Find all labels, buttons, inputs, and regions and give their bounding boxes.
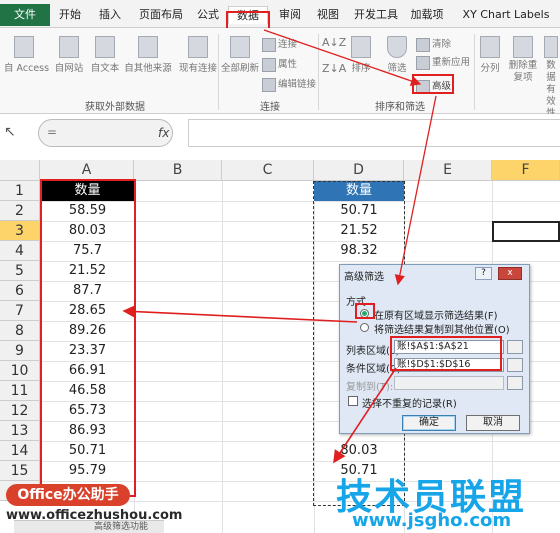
arrow-radio-to-column-a bbox=[122, 305, 358, 323]
office-badge-watermark: Office办公助手 bbox=[6, 484, 130, 506]
arrow-data-to-advanced bbox=[263, 29, 422, 86]
arrow-fields-to-criteria bbox=[333, 367, 397, 464]
excel-window: 文件 开始 插入 页面布局 公式 数据 审阅 视图 开发工具 加载项 XY Ch… bbox=[0, 0, 560, 533]
sheet-tab-label[interactable]: 高级筛选功能 bbox=[94, 522, 148, 532]
annotation-arrows bbox=[122, 29, 437, 464]
sheet-tab-bar[interactable]: 高级筛选功能 bbox=[14, 520, 164, 533]
jsgho-url-watermark: www.jsgho.com bbox=[352, 510, 512, 531]
arrow-advanced-to-dialog bbox=[394, 95, 437, 286]
